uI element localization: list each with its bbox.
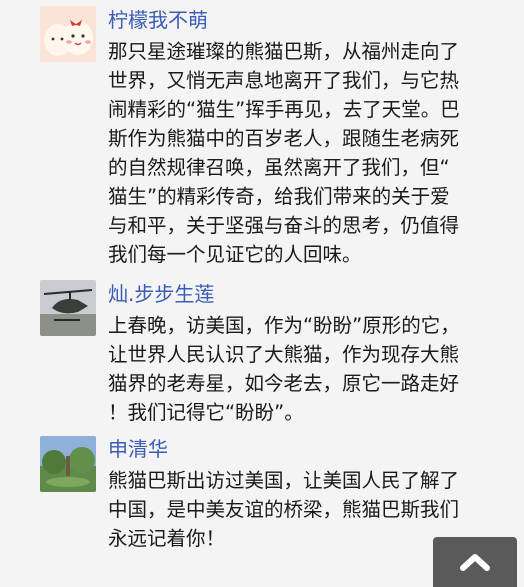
comment-line: 闹精彩的“猫生”挥手再见，去了天堂。巴 bbox=[108, 98, 460, 121]
comment-line: 猫生”的精彩传奇，给我们带来的关于爱 bbox=[108, 185, 450, 208]
comment-line: 熊猫巴斯出访过美国，让美国人民了解了 bbox=[108, 469, 460, 492]
garden-landscape-avatar-icon bbox=[40, 436, 96, 492]
user-avatar[interactable] bbox=[40, 6, 96, 62]
comment-username[interactable]: 灿.步步生莲 bbox=[108, 281, 214, 307]
comment-line: 猫界的老寿星，如今老去，原它一路走好 bbox=[108, 372, 460, 395]
comment-line: 的自然规律召唤，虽然离开了我们，但“ bbox=[108, 156, 450, 179]
comment-line: 世界，又悄无声息地离开了我们，与它热 bbox=[108, 69, 460, 92]
comment-item: 柠檬我不萌 那只星途璀璨的熊猫巴斯，从福州走向了 世界，又悄无声息地离开了我们，… bbox=[0, 0, 524, 270]
comment-text: 那只星途璀璨的熊猫巴斯，从福州走向了 世界，又悄无声息地离开了我们，与它热 闹精… bbox=[108, 37, 513, 269]
comment-username[interactable]: 申清华 bbox=[108, 436, 168, 462]
scroll-to-top-button[interactable] bbox=[433, 537, 517, 587]
comment-line: 与和平，关于坚强与奋斗的思考，仍值得 bbox=[108, 214, 460, 237]
comment-line: 那只星途璀璨的熊猫巴斯，从福州走向了 bbox=[108, 40, 460, 63]
comment-line: ！我们记得它“盼盼”。 bbox=[108, 401, 304, 424]
comment-text: 上春晚，访美国，作为“盼盼”原形的它， 让世界人民认识了大熊猫，作为现存大熊 猫… bbox=[108, 311, 513, 427]
comment-item: 灿.步步生莲 上春晚，访美国，作为“盼盼”原形的它， 让世界人民认识了大熊猫，作… bbox=[0, 270, 524, 425]
comment-line: 我们每一个见证它的人回味。 bbox=[108, 243, 362, 266]
comment-line: 上春晚，访美国，作为“盼盼”原形的它， bbox=[108, 314, 460, 337]
helicopter-avatar-icon bbox=[40, 280, 96, 336]
user-avatar[interactable] bbox=[40, 280, 96, 336]
comment-username[interactable]: 柠檬我不萌 bbox=[108, 7, 208, 33]
comment-line: 中国，是中美友谊的桥梁，熊猫巴斯我们 bbox=[108, 498, 460, 521]
chevron-up-icon bbox=[460, 554, 490, 571]
comment-line: 让世界人民认识了大熊猫，作为现存大熊 bbox=[108, 343, 460, 366]
comment-line: 斯作为熊猫中的百岁老人，跟随生老病死 bbox=[108, 127, 460, 150]
user-avatar[interactable] bbox=[40, 436, 96, 492]
cartoon-face-avatar-icon bbox=[40, 6, 96, 62]
